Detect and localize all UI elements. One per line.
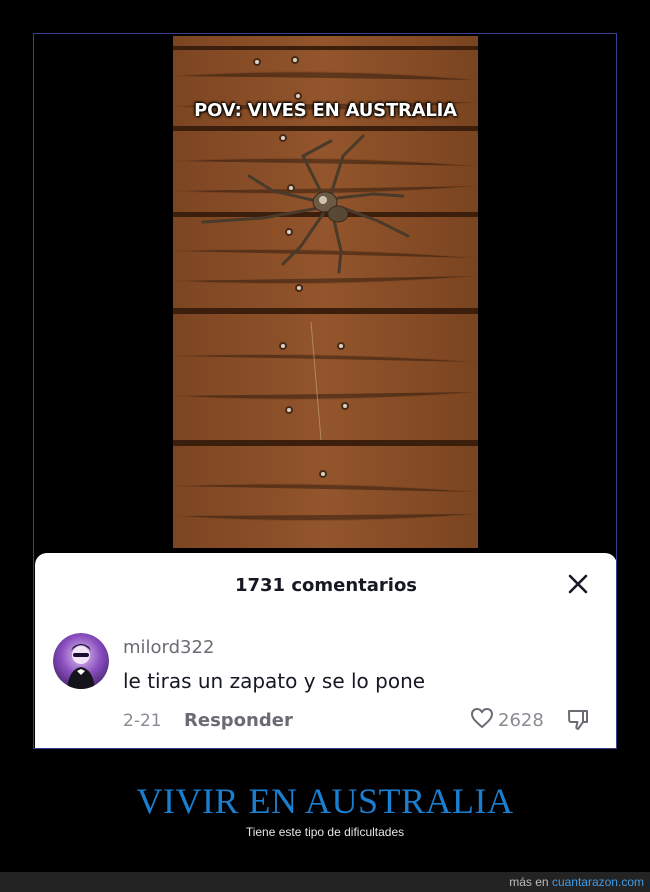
like-count: 2628 bbox=[498, 709, 544, 731]
like-button[interactable]: 2628 bbox=[470, 707, 544, 734]
avatar[interactable] bbox=[53, 633, 109, 689]
footer-text: más en cuantarazon.com bbox=[509, 875, 644, 889]
comment-date: 2-21 bbox=[123, 711, 162, 731]
meme-frame: POV: VIVES EN AUSTRALIA 1731 comentarios bbox=[33, 33, 617, 749]
comments-panel: 1731 comentarios milord322 le tiras un z… bbox=[35, 553, 616, 748]
heart-icon bbox=[470, 707, 494, 734]
reply-button[interactable]: Responder bbox=[184, 710, 293, 731]
video-screenshot: POV: VIVES EN AUSTRALIA bbox=[173, 36, 478, 548]
close-icon[interactable] bbox=[567, 573, 589, 595]
footer-prefix: más en bbox=[509, 875, 549, 889]
comment-text: le tiras un zapato y se lo pone bbox=[123, 669, 426, 693]
comments-count-title: 1731 comentarios bbox=[234, 575, 418, 596]
footer-bar: más en cuantarazon.com bbox=[0, 872, 650, 892]
comment-username[interactable]: milord322 bbox=[123, 637, 214, 658]
caption-title: VIVIR EN AUSTRALIA bbox=[136, 781, 514, 821]
video-overlay-text: POV: VIVES EN AUSTRALIA bbox=[194, 100, 457, 121]
footer-site-link[interactable]: cuantarazon.com bbox=[552, 875, 644, 889]
caption-subtitle: Tiene este tipo de dificultades bbox=[245, 825, 405, 839]
thumbs-down-icon[interactable] bbox=[566, 708, 590, 732]
